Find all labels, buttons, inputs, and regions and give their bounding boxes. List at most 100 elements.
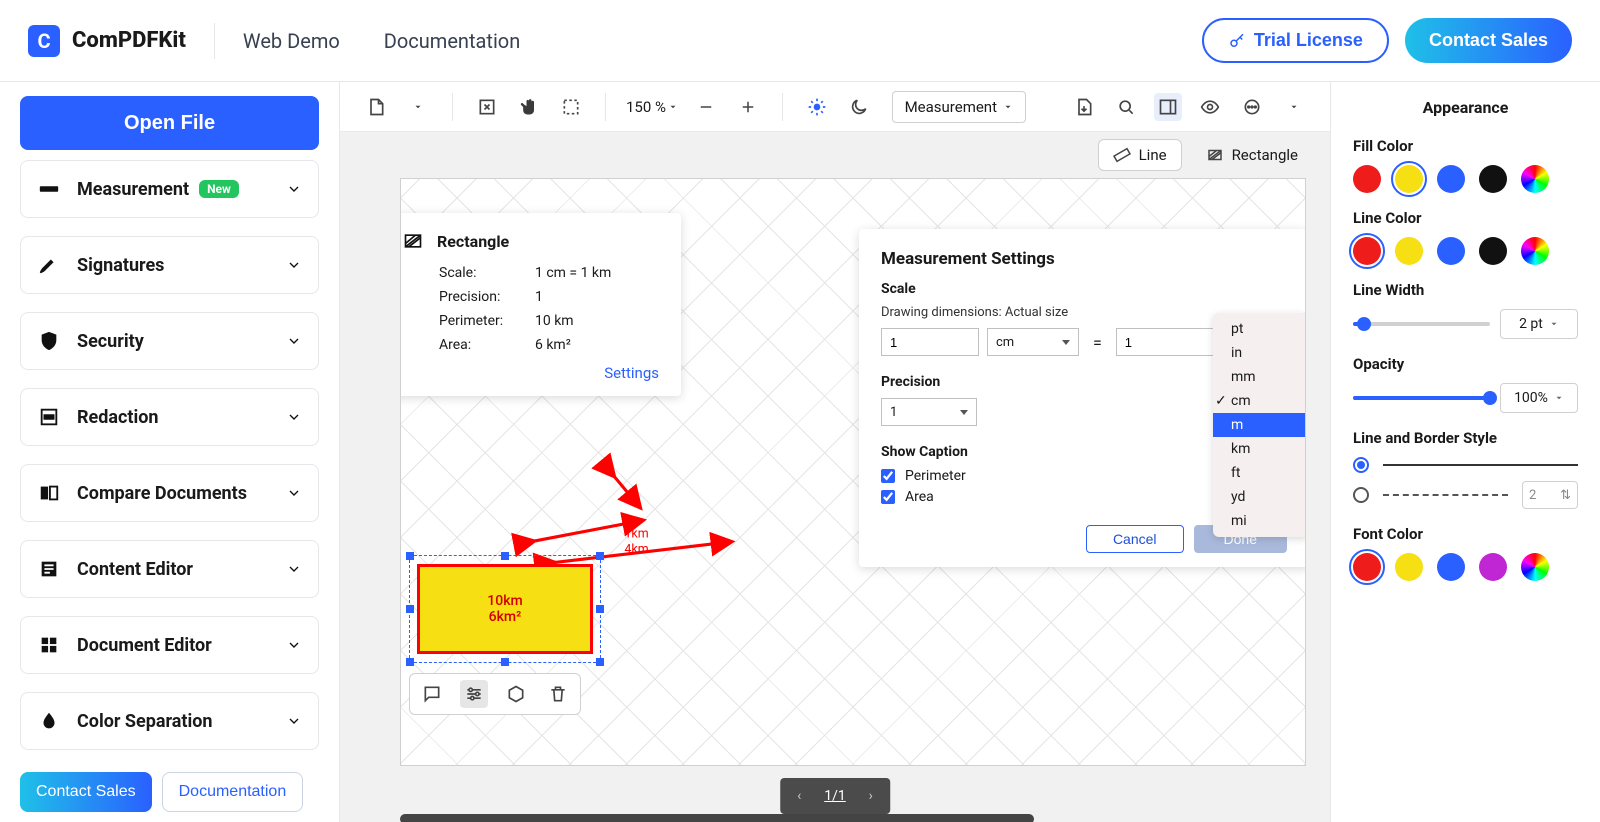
- light-mode-icon[interactable]: [803, 93, 831, 121]
- scale-value-2-input[interactable]: [1116, 328, 1214, 356]
- marquee-icon[interactable]: [557, 93, 585, 121]
- logo-icon: C: [28, 25, 60, 57]
- panel-icon[interactable]: [1154, 93, 1182, 121]
- line-blue-swatch[interactable]: [1437, 237, 1465, 265]
- drop-icon: [37, 709, 61, 733]
- nav-documentation[interactable]: Documentation: [384, 29, 521, 53]
- unit-option-cm[interactable]: cm: [1213, 389, 1306, 413]
- contact-sales-pill[interactable]: Contact Sales: [20, 772, 152, 812]
- documentation-pill[interactable]: Documentation: [162, 772, 304, 812]
- line-black-swatch[interactable]: [1479, 237, 1507, 265]
- chevron-down-icon[interactable]: [404, 93, 432, 121]
- chevron-down-icon: [286, 485, 302, 501]
- view-icon[interactable]: [1196, 93, 1224, 121]
- measurement-info-panel: Rectangle Scale:1 cm = 1 km Precision:1 …: [400, 213, 681, 396]
- shape-toolbar: [409, 673, 581, 715]
- scale-unit-1-select[interactable]: cm: [987, 328, 1079, 356]
- unit-option-ft[interactable]: ft: [1213, 461, 1306, 485]
- unit-option-in[interactable]: in: [1213, 341, 1306, 365]
- fill-black-swatch[interactable]: [1479, 165, 1507, 193]
- line-yellow-swatch[interactable]: [1395, 237, 1423, 265]
- zoom-in-icon[interactable]: [734, 93, 762, 121]
- fill-blue-swatch[interactable]: [1437, 165, 1465, 193]
- sidebar-item-content-editor[interactable]: Content Editor: [20, 540, 319, 598]
- dash-stepper[interactable]: 2⇅: [1522, 481, 1578, 509]
- font-blue-swatch[interactable]: [1437, 553, 1465, 581]
- line-style-dashed[interactable]: 2⇅: [1353, 481, 1578, 509]
- opacity-slider[interactable]: [1353, 396, 1490, 400]
- sidebar-item-doc-editor[interactable]: Document Editor: [20, 616, 319, 674]
- chevron-down-icon: [286, 181, 302, 197]
- svg-text:1km: 1km: [624, 526, 648, 541]
- chevron-down-icon: [286, 561, 302, 577]
- unit-dropdown[interactable]: ptinmmcmmkmftydmi: [1213, 313, 1306, 537]
- line-style-solid[interactable]: [1353, 457, 1578, 473]
- sidebar-item-redaction[interactable]: Redaction: [20, 388, 319, 446]
- hatch-icon: [403, 231, 423, 251]
- more-icon[interactable]: [1238, 93, 1266, 121]
- tab-line[interactable]: Line: [1098, 139, 1182, 171]
- hexagon-icon[interactable]: [502, 680, 530, 708]
- fill-yellow-swatch[interactable]: [1395, 165, 1423, 193]
- chevron-down-icon: [286, 637, 302, 653]
- unit-option-mm[interactable]: mm: [1213, 365, 1306, 389]
- open-file-button[interactable]: Open File: [20, 96, 319, 150]
- zoom-dropdown[interactable]: 150 %: [626, 98, 678, 116]
- zoom-out-icon[interactable]: [692, 93, 720, 121]
- measurement-rectangle[interactable]: 10km 6km²: [417, 564, 593, 654]
- unit-option-pt[interactable]: pt: [1213, 317, 1306, 341]
- chevron-down-icon[interactable]: [1280, 93, 1308, 121]
- line-rainbow-swatch[interactable]: [1521, 237, 1549, 265]
- delete-icon[interactable]: [544, 680, 572, 708]
- page-canvas[interactable]: 1km 4km 10km 6km² Rectangl: [400, 178, 1306, 766]
- unit-option-m[interactable]: m: [1213, 413, 1306, 437]
- next-page-icon[interactable]: ›: [862, 788, 880, 804]
- font-rainbow-swatch[interactable]: [1521, 553, 1549, 581]
- dark-mode-icon[interactable]: [845, 93, 873, 121]
- tab-rectangle[interactable]: Rectangle: [1192, 140, 1312, 170]
- font-magenta-swatch[interactable]: [1479, 553, 1507, 581]
- measurement-toolbar: Line Rectangle: [340, 132, 1330, 178]
- contact-sales-button[interactable]: Contact Sales: [1405, 18, 1572, 63]
- export-icon[interactable]: [1070, 93, 1098, 121]
- nav-web-demo[interactable]: Web Demo: [243, 29, 340, 53]
- line-width-value[interactable]: 2 pt: [1500, 309, 1578, 339]
- unit-option-mi[interactable]: mi: [1213, 509, 1306, 533]
- line-width-slider[interactable]: [1353, 322, 1490, 326]
- grid-icon: [37, 633, 61, 657]
- filters-icon[interactable]: [460, 680, 488, 708]
- cancel-button[interactable]: Cancel: [1086, 525, 1184, 553]
- chevron-down-icon: [286, 713, 302, 729]
- font-red-swatch[interactable]: [1353, 553, 1381, 581]
- prev-page-icon[interactable]: ‹: [790, 788, 808, 804]
- trial-license-button[interactable]: Trial License: [1202, 18, 1389, 63]
- sidebar-item-color-sep[interactable]: Color Separation: [20, 692, 319, 750]
- pan-icon[interactable]: [515, 93, 543, 121]
- fill-rainbow-swatch[interactable]: [1521, 165, 1549, 193]
- opacity-value[interactable]: 100%: [1500, 383, 1578, 413]
- measurement-settings-panel: Measurement Settings Scale Drawing dimen…: [859, 229, 1306, 567]
- settings-link[interactable]: Settings: [604, 364, 659, 382]
- comment-icon[interactable]: [418, 680, 446, 708]
- search-icon[interactable]: [1112, 93, 1140, 121]
- unit-option-yd[interactable]: yd: [1213, 485, 1306, 509]
- sidebar-item-measurement[interactable]: Measurement New: [20, 160, 319, 218]
- precision-select[interactable]: 1: [881, 398, 977, 426]
- fit-icon[interactable]: [473, 93, 501, 121]
- scale-value-1-input[interactable]: [881, 328, 979, 356]
- unit-option-km[interactable]: km: [1213, 437, 1306, 461]
- fill-red-swatch[interactable]: [1353, 165, 1381, 193]
- sidebar-item-security[interactable]: Security: [20, 312, 319, 370]
- horizontal-scrollbar[interactable]: [400, 814, 1306, 822]
- sidebar-item-signatures[interactable]: Signatures: [20, 236, 319, 294]
- line-red-swatch[interactable]: [1353, 237, 1381, 265]
- font-yellow-swatch[interactable]: [1395, 553, 1423, 581]
- compare-icon: [37, 481, 61, 505]
- chevron-down-icon: [286, 333, 302, 349]
- file-icon[interactable]: [362, 93, 390, 121]
- brand-logo[interactable]: C ComPDFKit: [28, 25, 214, 57]
- chevron-down-icon: [286, 409, 302, 425]
- mode-dropdown[interactable]: Measurement: [892, 91, 1026, 123]
- ruler-icon: [1113, 146, 1131, 164]
- sidebar-item-compare[interactable]: Compare Documents: [20, 464, 319, 522]
